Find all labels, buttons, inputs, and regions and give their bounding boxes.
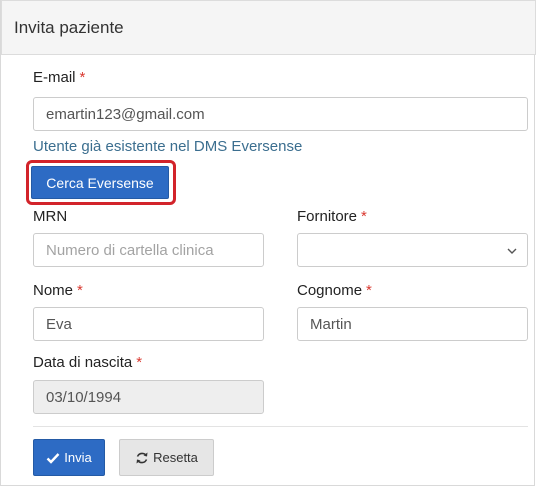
first-name-label-text: Nome <box>33 282 74 299</box>
email-label: E-mail * <box>33 69 85 86</box>
birth-date-required-mark: * <box>136 354 143 371</box>
reset-button[interactable]: Resetta <box>119 439 214 476</box>
birth-date-value: 03/10/1994 <box>46 388 122 406</box>
last-name-required-mark: * <box>366 282 372 299</box>
invite-patient-panel: Invita paziente E-mail * emartin123@gmail… <box>0 0 536 486</box>
panel-title: Invita paziente <box>14 18 124 37</box>
birth-date-field: 03/10/1994 <box>33 380 264 414</box>
email-value: emartin123@gmail.com <box>46 105 205 123</box>
email-required-mark: * <box>79 69 86 86</box>
mrn-label: MRN <box>33 208 68 225</box>
last-name-field[interactable]: Martin <box>297 307 528 341</box>
search-eversense-button[interactable]: Cerca Eversense <box>31 166 169 199</box>
submit-label: Invia <box>64 450 92 465</box>
provider-required-mark: * <box>361 208 367 225</box>
reset-label: Resetta <box>153 450 198 465</box>
first-name-required-mark: * <box>77 282 83 299</box>
first-name-field[interactable]: Eva <box>33 307 264 341</box>
birth-date-label: Data di nascita * <box>33 354 142 371</box>
mrn-placeholder: Numero di cartella clinica <box>46 241 214 259</box>
email-label-text: E-mail <box>33 69 76 86</box>
last-name-label: Cognome * <box>297 282 372 299</box>
provider-label: Fornitore * <box>297 208 367 225</box>
birth-date-label-text: Data di nascita <box>33 354 133 371</box>
first-name-value: Eva <box>46 315 72 333</box>
mrn-field[interactable]: Numero di cartella clinica <box>33 233 264 267</box>
provider-label-text: Fornitore <box>297 208 358 225</box>
check-icon <box>46 452 60 464</box>
email-field[interactable]: emartin123@gmail.com <box>33 97 528 131</box>
submit-button[interactable]: Invia <box>33 439 105 476</box>
chevron-down-icon <box>507 248 517 254</box>
provider-select[interactable] <box>297 233 528 267</box>
last-name-label-text: Cognome <box>297 282 363 299</box>
refresh-icon <box>135 451 149 465</box>
search-eversense-label: Cerca Eversense <box>46 174 154 191</box>
form-divider <box>33 426 528 427</box>
existing-user-hint: Utente già esistente nel DMS Eversense <box>33 138 303 155</box>
panel-header: Invita paziente <box>1 0 536 55</box>
last-name-value: Martin <box>310 315 352 333</box>
first-name-label: Nome * <box>33 282 83 299</box>
